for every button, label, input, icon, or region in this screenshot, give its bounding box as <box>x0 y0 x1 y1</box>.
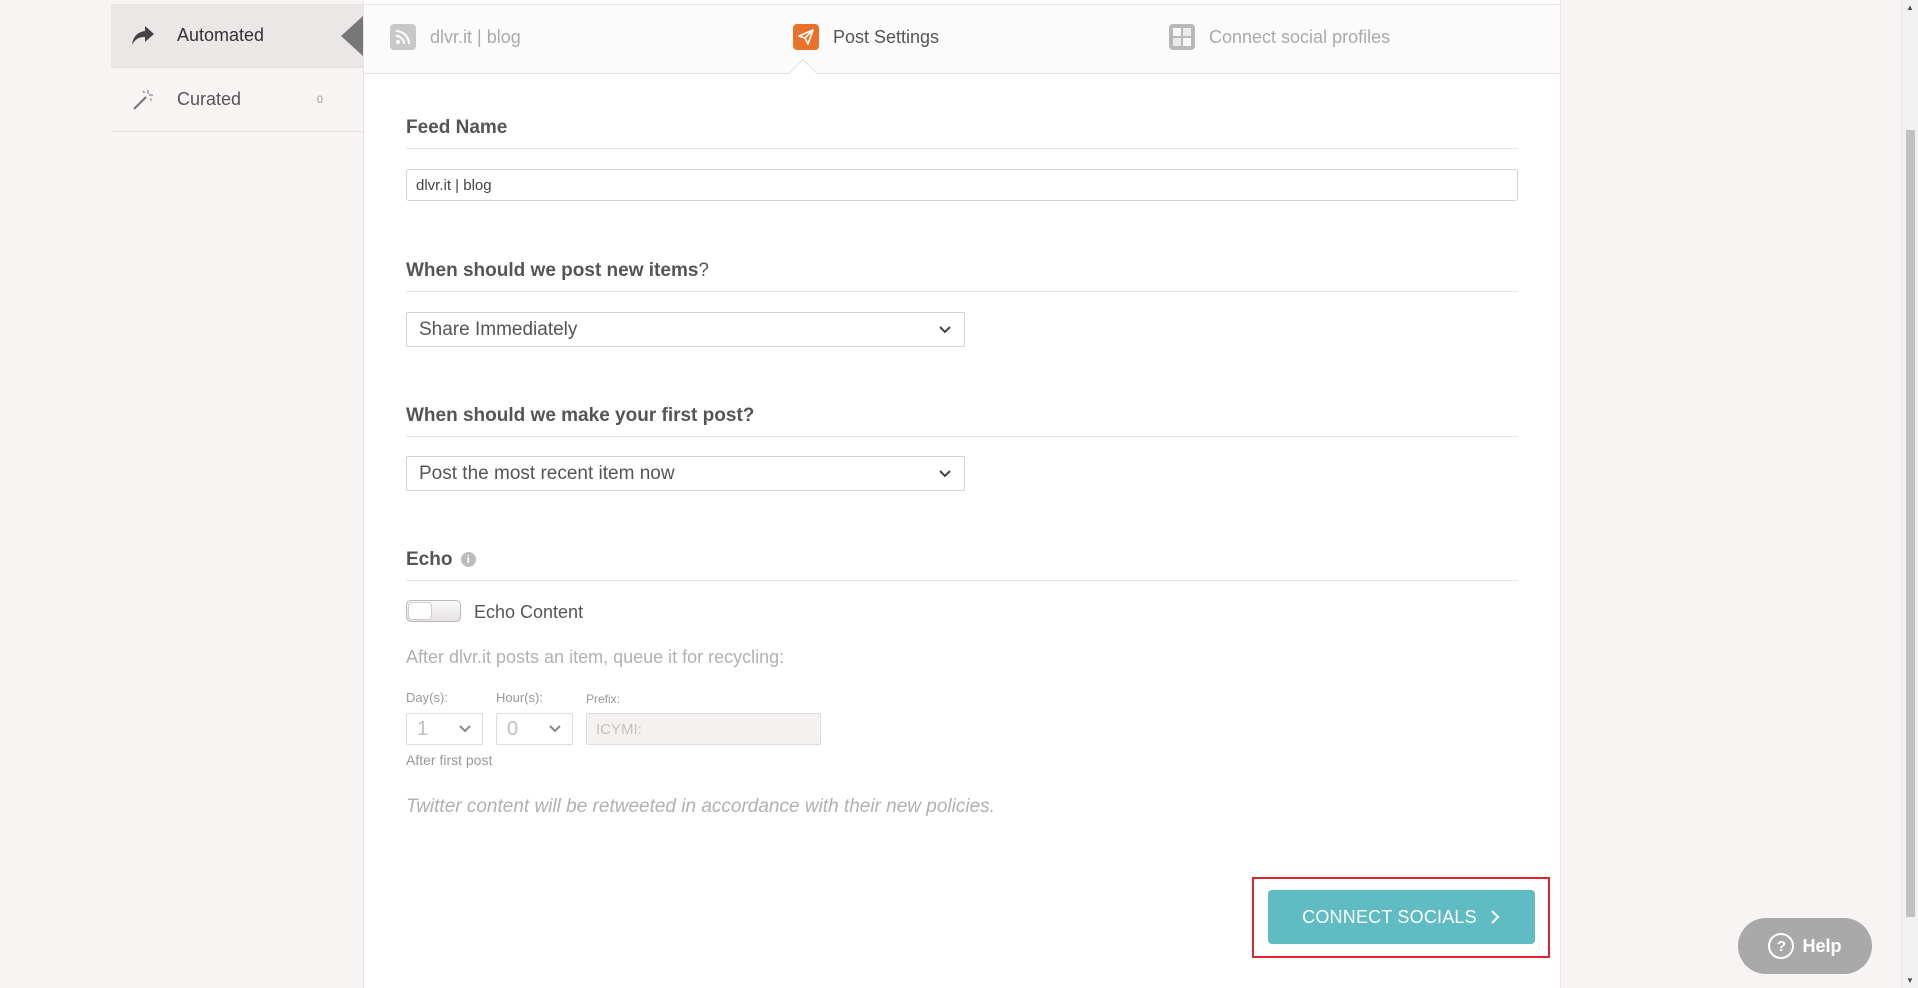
social-grid-icon <box>1169 24 1195 50</box>
prefix-input[interactable]: ICYMI: <box>586 713 821 745</box>
twitter-note: Twitter content will be retweeted in acc… <box>406 796 995 817</box>
connect-socials-button[interactable]: CONNECT SOCIALS <box>1268 890 1535 944</box>
sidebar-item-label: Automated <box>177 25 265 45</box>
active-indicator <box>341 16 363 56</box>
step-pointer <box>788 58 818 88</box>
step-connect-social[interactable]: Connect social profiles <box>1169 24 1390 50</box>
step-label: dlvr.it | blog <box>430 26 521 47</box>
hours-select[interactable]: 0 <box>496 713 573 745</box>
step-label: Connect social profiles <box>1209 26 1391 47</box>
feed-name-heading: Feed Name <box>406 117 1518 149</box>
echo-heading: Echo i <box>406 549 1518 581</box>
count-badge: 0 <box>316 93 323 106</box>
chevron-down-icon <box>549 725 561 733</box>
scroll-down-icon[interactable]: ▼ <box>1906 976 1914 985</box>
help-button[interactable]: ? Help <box>1738 918 1872 974</box>
scroll-up-icon[interactable]: ▲ <box>1906 3 1914 12</box>
after-first-note: After first post <box>406 752 493 768</box>
chevron-down-icon <box>459 725 471 733</box>
magic-wand-icon <box>129 86 157 114</box>
share-arrow-icon <box>129 22 157 50</box>
chevron-right-icon <box>1491 910 1500 924</box>
sidebar: Automated Curated 0 <box>111 4 363 132</box>
days-select[interactable]: 1 <box>406 713 483 745</box>
toggle-knob <box>408 602 432 620</box>
rss-icon <box>390 24 416 50</box>
chevron-down-icon <box>939 325 951 333</box>
prefix-label: Prefix: <box>586 692 621 706</box>
sidebar-item-label: Curated <box>177 89 242 109</box>
step-label: Post Settings <box>833 26 940 47</box>
post-timing-select[interactable]: Share Immediately <box>406 312 965 347</box>
scrollbar[interactable]: ▲ ▼ <box>1901 0 1918 988</box>
info-icon[interactable]: i <box>460 552 476 568</box>
days-label: Day(s): <box>406 690 448 705</box>
first-post-select[interactable]: Post the most recent item now <box>406 456 965 491</box>
scroll-thumb[interactable] <box>1906 130 1915 917</box>
step-feed[interactable]: dlvr.it | blog <box>390 24 521 50</box>
first-post-heading: When should we make your first post? <box>406 405 1518 437</box>
question-icon: ? <box>1768 933 1795 959</box>
hours-label: Hour(s): <box>496 690 543 705</box>
post-timing-heading: When should we post new items? <box>406 260 1518 292</box>
chevron-down-icon <box>939 469 951 477</box>
sidebar-item-curated[interactable]: Curated 0 <box>111 68 363 132</box>
wizard-steps: dlvr.it | blog Post Settings Connect soc… <box>364 4 1560 88</box>
feed-name-input[interactable] <box>406 169 1518 201</box>
echo-content-label: Echo Content <box>474 602 584 622</box>
main-panel: dlvr.it | blog Post Settings Connect soc… <box>363 0 1561 988</box>
sidebar-item-automated[interactable]: Automated <box>111 4 363 68</box>
echo-content-toggle[interactable] <box>406 600 461 622</box>
step-post-settings[interactable]: Post Settings <box>793 24 939 50</box>
echo-description: After dlvr.it posts an item, queue it fo… <box>406 647 785 667</box>
paper-plane-icon <box>793 24 819 50</box>
